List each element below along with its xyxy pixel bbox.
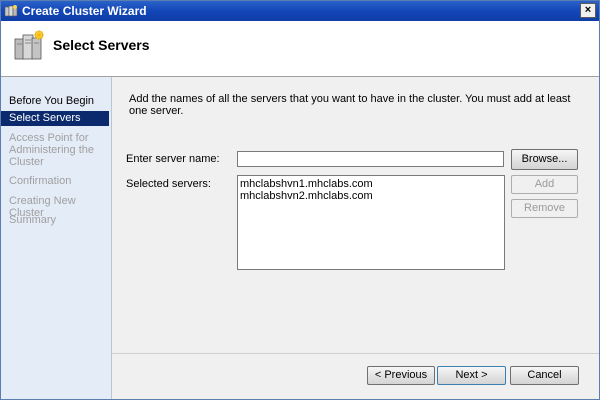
cluster-wizard-icon (4, 5, 18, 17)
next-button[interactable]: Next > (437, 366, 506, 385)
nav-step-summary: Summary (9, 214, 57, 226)
selected-servers-list[interactable]: mhclabshvn1.mhclabs.com mhclabshvn2.mhcl… (237, 175, 505, 270)
selected-servers-label: Selected servers: (126, 178, 211, 190)
servers-icon (14, 30, 44, 60)
close-button[interactable]: × (580, 3, 596, 18)
remove-button[interactable]: Remove (511, 199, 578, 218)
title-bar[interactable]: Create Cluster Wizard × (1, 1, 599, 21)
nav-step-access-point: Access Point for Administering the Clust… (9, 132, 94, 168)
server-name-label: Enter server name: (126, 153, 220, 165)
browse-button[interactable]: Browse... (511, 149, 578, 170)
cancel-button[interactable]: Cancel (510, 366, 579, 385)
create-cluster-wizard-window: Create Cluster Wizard × Select Servers B… (0, 0, 600, 400)
page-title: Select Servers (53, 37, 150, 53)
footer-divider (112, 353, 599, 354)
server-name-input[interactable] (237, 151, 504, 167)
wizard-steps-nav: Before You Begin Select Servers Access P… (1, 77, 112, 399)
nav-step-before-you-begin[interactable]: Before You Begin (1, 95, 109, 107)
list-item[interactable]: mhclabshvn2.mhclabs.com (240, 190, 502, 202)
add-button[interactable]: Add (511, 175, 578, 194)
previous-button[interactable]: < Previous (367, 366, 435, 385)
nav-step-select-servers[interactable]: Select Servers (1, 111, 109, 126)
wizard-header: Select Servers (1, 21, 599, 77)
nav-step-confirmation: Confirmation (9, 175, 72, 187)
instructions-text: Add the names of all the servers that yo… (129, 93, 571, 117)
wizard-content: Add the names of all the servers that yo… (112, 77, 599, 399)
window-title: Create Cluster Wizard (22, 4, 147, 18)
list-item[interactable]: mhclabshvn1.mhclabs.com (240, 178, 502, 190)
close-icon: × (584, 4, 592, 16)
